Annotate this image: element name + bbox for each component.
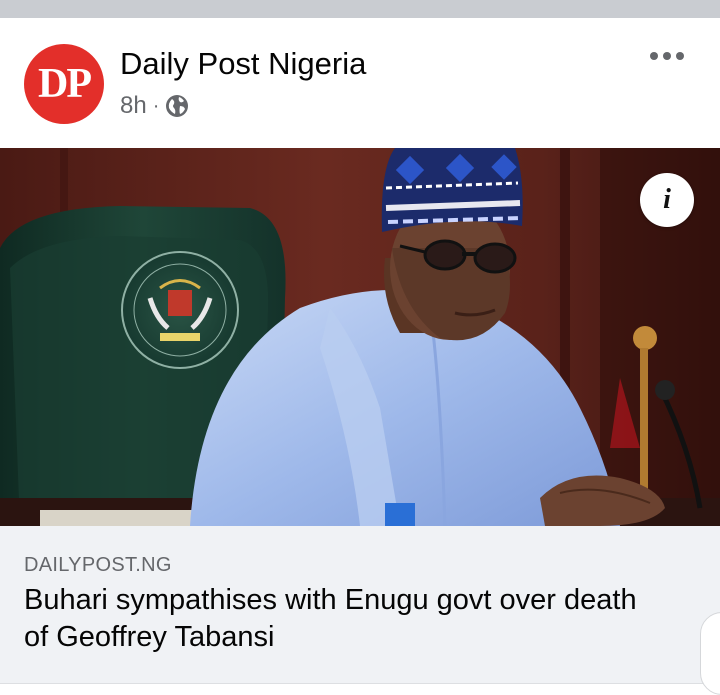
link-headline[interactable]: Buhari sympathises with Enugu govt over … <box>24 582 644 656</box>
photo-illustration <box>0 148 720 526</box>
top-divider <box>0 0 720 18</box>
post-image[interactable]: i <box>0 148 720 526</box>
info-icon: i <box>663 184 671 215</box>
page-avatar[interactable]: DP <box>24 44 104 124</box>
dot-1 <box>650 52 658 60</box>
dot-3 <box>676 52 684 60</box>
logo-text: DP <box>38 61 92 107</box>
post-footer-divider <box>0 683 720 695</box>
post-timestamp[interactable]: 8h <box>120 92 147 120</box>
meta-separator: · <box>152 94 160 117</box>
post-meta: 8h · <box>120 92 189 120</box>
more-options-button[interactable] <box>650 52 684 60</box>
info-button[interactable]: i <box>640 173 694 227</box>
dot-2 <box>663 52 671 60</box>
link-domain: DAILYPOST.NG <box>24 554 172 576</box>
post-header: DP Daily Post Nigeria 8h · <box>0 18 720 148</box>
globe-icon <box>166 95 189 117</box>
link-preview[interactable]: DAILYPOST.NG Buhari sympathises with Enu… <box>0 526 720 683</box>
scroll-edge-indicator <box>700 612 720 695</box>
page-name-link[interactable]: Daily Post Nigeria <box>120 46 366 82</box>
